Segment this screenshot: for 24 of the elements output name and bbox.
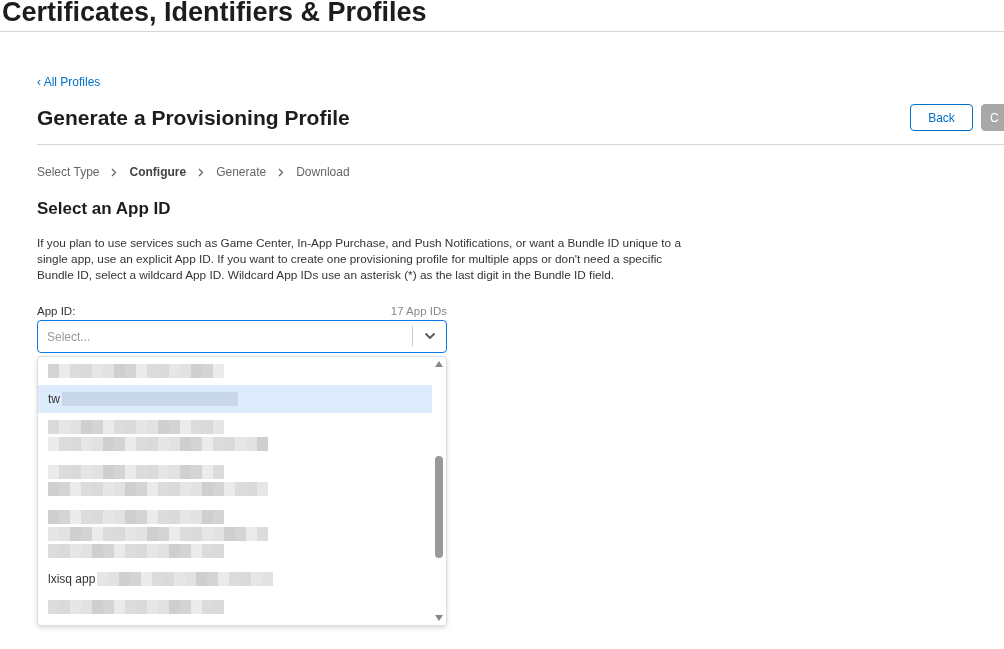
dropdown-option[interactable]: lxisq app bbox=[38, 565, 432, 593]
step-label: Download bbox=[296, 165, 350, 179]
chevron-icon bbox=[111, 167, 118, 177]
step-label: Generate bbox=[216, 165, 267, 179]
chevron-icon bbox=[198, 167, 205, 177]
page-title: Generate a Provisioning Profile bbox=[37, 105, 350, 130]
app-id-select[interactable]: Select... bbox=[37, 320, 447, 353]
dropdown-option[interactable]: tw bbox=[38, 385, 432, 413]
description-text: If you plan to use services such as Game Center, In-App Purchase, and Push Notifications, or want a Bundle ID unique to a single app, use an explicit App ID. If you want to create one provisioning profile for multiple apps or don't need a specific Bundle ID, select a wildcard App ID. Wildcard App IDs use an asterisk (*) as the last digit in the Bundle ID field. bbox=[37, 235, 682, 283]
option-text: tw bbox=[48, 392, 60, 406]
step-label: Configure bbox=[129, 165, 187, 179]
site-title: Certificates, Identifiers & Profiles bbox=[2, 0, 428, 29]
section-title: Select an App ID bbox=[37, 199, 172, 219]
chevron-down-icon bbox=[424, 332, 436, 340]
option-text: lxisq app bbox=[48, 572, 96, 586]
field-label: App ID: bbox=[37, 305, 76, 317]
app-id-count: 17 App IDs bbox=[390, 305, 447, 317]
scroll-up-icon[interactable] bbox=[435, 361, 443, 367]
step-label: Select Type bbox=[37, 165, 100, 179]
back-button[interactable]: Back bbox=[910, 104, 973, 131]
chevron-icon bbox=[278, 167, 285, 177]
all-profiles-link[interactable]: ‹ All Profiles bbox=[37, 75, 101, 89]
scrollbar-thumb[interactable] bbox=[435, 456, 443, 558]
scroll-down-icon[interactable] bbox=[435, 615, 443, 621]
